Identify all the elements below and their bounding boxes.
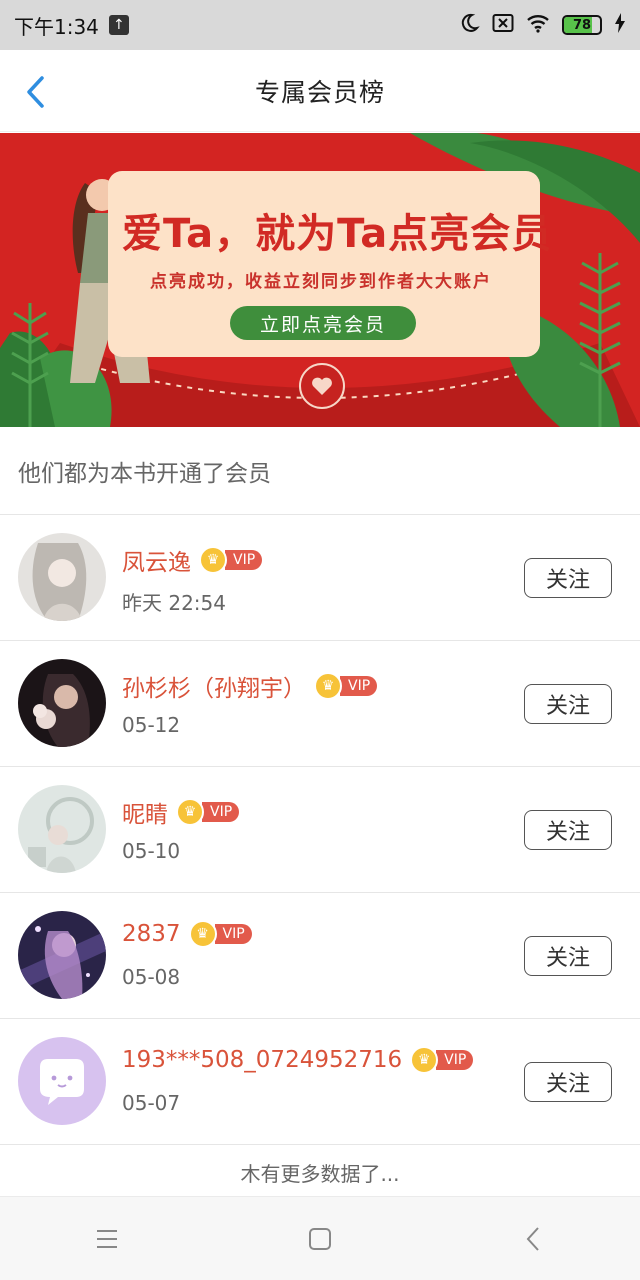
battery-level: 78 [572, 17, 592, 33]
member-time: 昨天 22:54 [122, 591, 226, 615]
no-more-data-message: 木有更多数据了... [240, 1161, 400, 1186]
avatar[interactable] [18, 1037, 106, 1125]
member-time: 05-10 [122, 839, 181, 863]
crown-icon: ♛ [410, 1046, 439, 1074]
list-item[interactable]: 孙杉杉（孙翔宇） ♛ VIP 05-12 关注 [0, 641, 640, 767]
follow-button[interactable]: 关注 [524, 558, 612, 598]
vip-badge: ♛ VIP [199, 546, 263, 574]
vip-badge: ♛ VIP [314, 672, 378, 700]
system-nav-bar [0, 1196, 640, 1280]
status-time: 下午1:34 [14, 14, 99, 39]
avatar[interactable] [18, 785, 106, 873]
follow-button[interactable]: 关注 [524, 684, 612, 724]
follow-button[interactable]: 关注 [524, 1062, 612, 1102]
vip-label: VIP [225, 550, 263, 570]
member-time: 05-12 [122, 713, 181, 737]
chevron-left-icon [27, 76, 44, 108]
vip-label: VIP [202, 802, 240, 822]
upload-icon: ↑ [108, 15, 129, 35]
vip-badge: ♛ VIP [188, 920, 252, 948]
page-title: 专属会员榜 [254, 77, 385, 107]
crown-icon: ♛ [314, 672, 342, 700]
banner-headline: 爱Ta，就为Ta点亮会员 [122, 211, 553, 257]
banner-subline: 点亮成功，收益立刻同步到作者大大账户 [150, 272, 492, 292]
activate-membership-button[interactable]: 立即点亮会员 [230, 306, 416, 340]
avatar[interactable] [18, 911, 106, 999]
list-item[interactable]: 2837 ♛ VIP 05-08 关注 [0, 893, 640, 1019]
menu-icon [96, 1229, 117, 1248]
member-name[interactable]: 2837 [122, 921, 181, 947]
crown-icon: ♛ [176, 798, 204, 826]
battery-icon: 78 [562, 15, 602, 35]
member-name[interactable]: 昵睛 [122, 795, 168, 829]
vip-badge: ♛ VIP [410, 1046, 474, 1074]
list-item[interactable]: 凤云逸 ♛ VIP 昨天 22:54 关注 [0, 515, 640, 641]
back-arrow-icon [526, 1226, 540, 1251]
title-bar: 专属会员榜 [0, 50, 640, 132]
back-nav-button[interactable] [503, 1209, 563, 1269]
follow-button[interactable]: 关注 [524, 810, 612, 850]
avatar[interactable] [18, 533, 106, 621]
sim-x-icon [492, 13, 514, 38]
list-item[interactable]: 昵睛 ♛ VIP 05-10 关注 [0, 767, 640, 893]
home-button[interactable] [290, 1209, 350, 1269]
member-time: 05-08 [122, 965, 181, 989]
crown-icon: ♛ [199, 546, 227, 574]
moon-icon [458, 12, 480, 39]
list-item[interactable]: 193***508_0724952716 ♛ VIP 05-07 关注 [0, 1019, 640, 1145]
member-name[interactable]: 193***508_0724952716 [122, 1047, 402, 1073]
vip-label: VIP [436, 1050, 474, 1070]
vip-label: VIP [214, 924, 252, 944]
menu-button[interactable] [77, 1209, 137, 1269]
promo-banner[interactable]: 爱Ta，就为Ta点亮会员 点亮成功，收益立刻同步到作者大大账户 立即点亮会员 [0, 133, 640, 427]
member-name[interactable]: 凤云逸 [122, 543, 191, 577]
charging-icon [614, 12, 626, 38]
member-time: 05-07 [122, 1091, 181, 1115]
section-title: 他们都为本书开通了会员 [0, 427, 640, 515]
member-list: 凤云逸 ♛ VIP 昨天 22:54 关注 孙杉杉（孙翔宇） ♛ VIP 05-… [0, 515, 640, 1145]
follow-button[interactable]: 关注 [524, 936, 612, 976]
avatar[interactable] [18, 659, 106, 747]
vip-badge: ♛ VIP [176, 798, 240, 826]
home-square-icon [308, 1227, 331, 1250]
member-name[interactable]: 孙杉杉（孙翔宇） [122, 669, 306, 703]
status-bar: 下午1:34 ↑ 78 [0, 0, 640, 50]
vip-label: VIP [340, 676, 378, 696]
back-button[interactable] [18, 72, 52, 112]
crown-icon: ♛ [188, 920, 217, 948]
wifi-icon [526, 13, 550, 38]
